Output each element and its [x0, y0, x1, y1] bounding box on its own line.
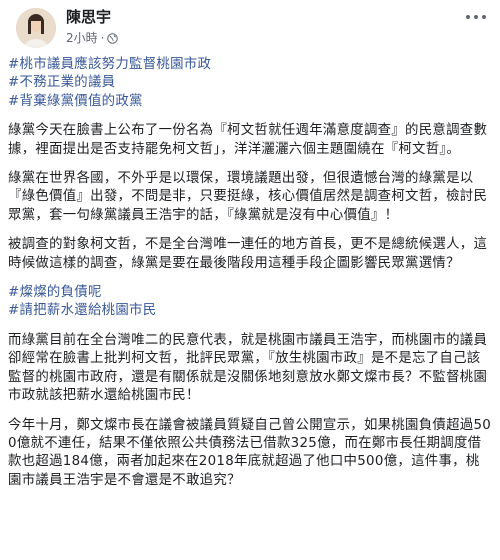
hashtag-link[interactable]: #請把薪水還給桃園市民: [8, 302, 492, 320]
hashtag-group-mid: #燦燦的負債呢 #請把薪水還給桃園市民: [8, 284, 492, 321]
hashtag-link[interactable]: #燦燦的負債呢: [8, 284, 492, 302]
post-paragraph: 今年十月，鄭文燦市長在議會被議員質疑自己曾公開宣示，如果桃園負債超過500億就不…: [8, 417, 492, 488]
post-header: 陳思宇 2小時 ·: [8, 0, 492, 56]
hashtag-link[interactable]: #桃市議員應該努力監督桃園市政: [8, 56, 492, 74]
meta-separator: ·: [100, 31, 105, 45]
facebook-post: 陳思宇 2小時 · #桃市議員應該努力監督桃園市政 #不務正業的議員 #背棄綠黨…: [0, 0, 500, 560]
post-meta: 2小時 ·: [66, 30, 119, 46]
more-dot: [474, 15, 478, 19]
avatar-photo-icon: [16, 8, 56, 48]
post-paragraph: 綠黨今天在臉書上公布了一份名為『柯文哲就任週年滿意度調查』的民意調查數據，裡面提…: [8, 123, 488, 157]
post-timestamp[interactable]: 2小時: [66, 30, 98, 46]
more-options-icon[interactable]: [466, 10, 486, 24]
author-name[interactable]: 陳思宇: [66, 8, 111, 26]
hashtag-link[interactable]: #不務正業的議員: [8, 74, 492, 92]
hashtag-link[interactable]: #背棄綠黨價值的政黨: [8, 93, 492, 111]
post-paragraph: 綠黨在世界各國，不外乎是以環保，環境議題出發，但很遺憾台灣的綠黨是以『綠色價值』…: [8, 171, 488, 223]
globe-icon[interactable]: [107, 32, 119, 44]
post-body: #桃市議員應該努力監督桃園市政 #不務正業的議員 #背棄綠黨價值的政黨 綠黨今天…: [8, 56, 492, 490]
post-paragraph: 被調查的對象柯文哲，不是全台灣唯一連任的地方首長，更不是總統候選人，這時候做這樣…: [8, 237, 488, 271]
author-avatar[interactable]: [16, 8, 56, 48]
hashtag-group-top: #桃市議員應該努力監督桃園市政 #不務正業的議員 #背棄綠黨價值的政黨: [8, 56, 492, 111]
post-paragraph: 而綠黨目前在全台灣唯二的民意代表，就是桃園市議員王浩宇，而桃園市的議員卻經常在臉…: [8, 332, 488, 404]
more-dot: [466, 15, 470, 19]
more-dot: [482, 15, 486, 19]
